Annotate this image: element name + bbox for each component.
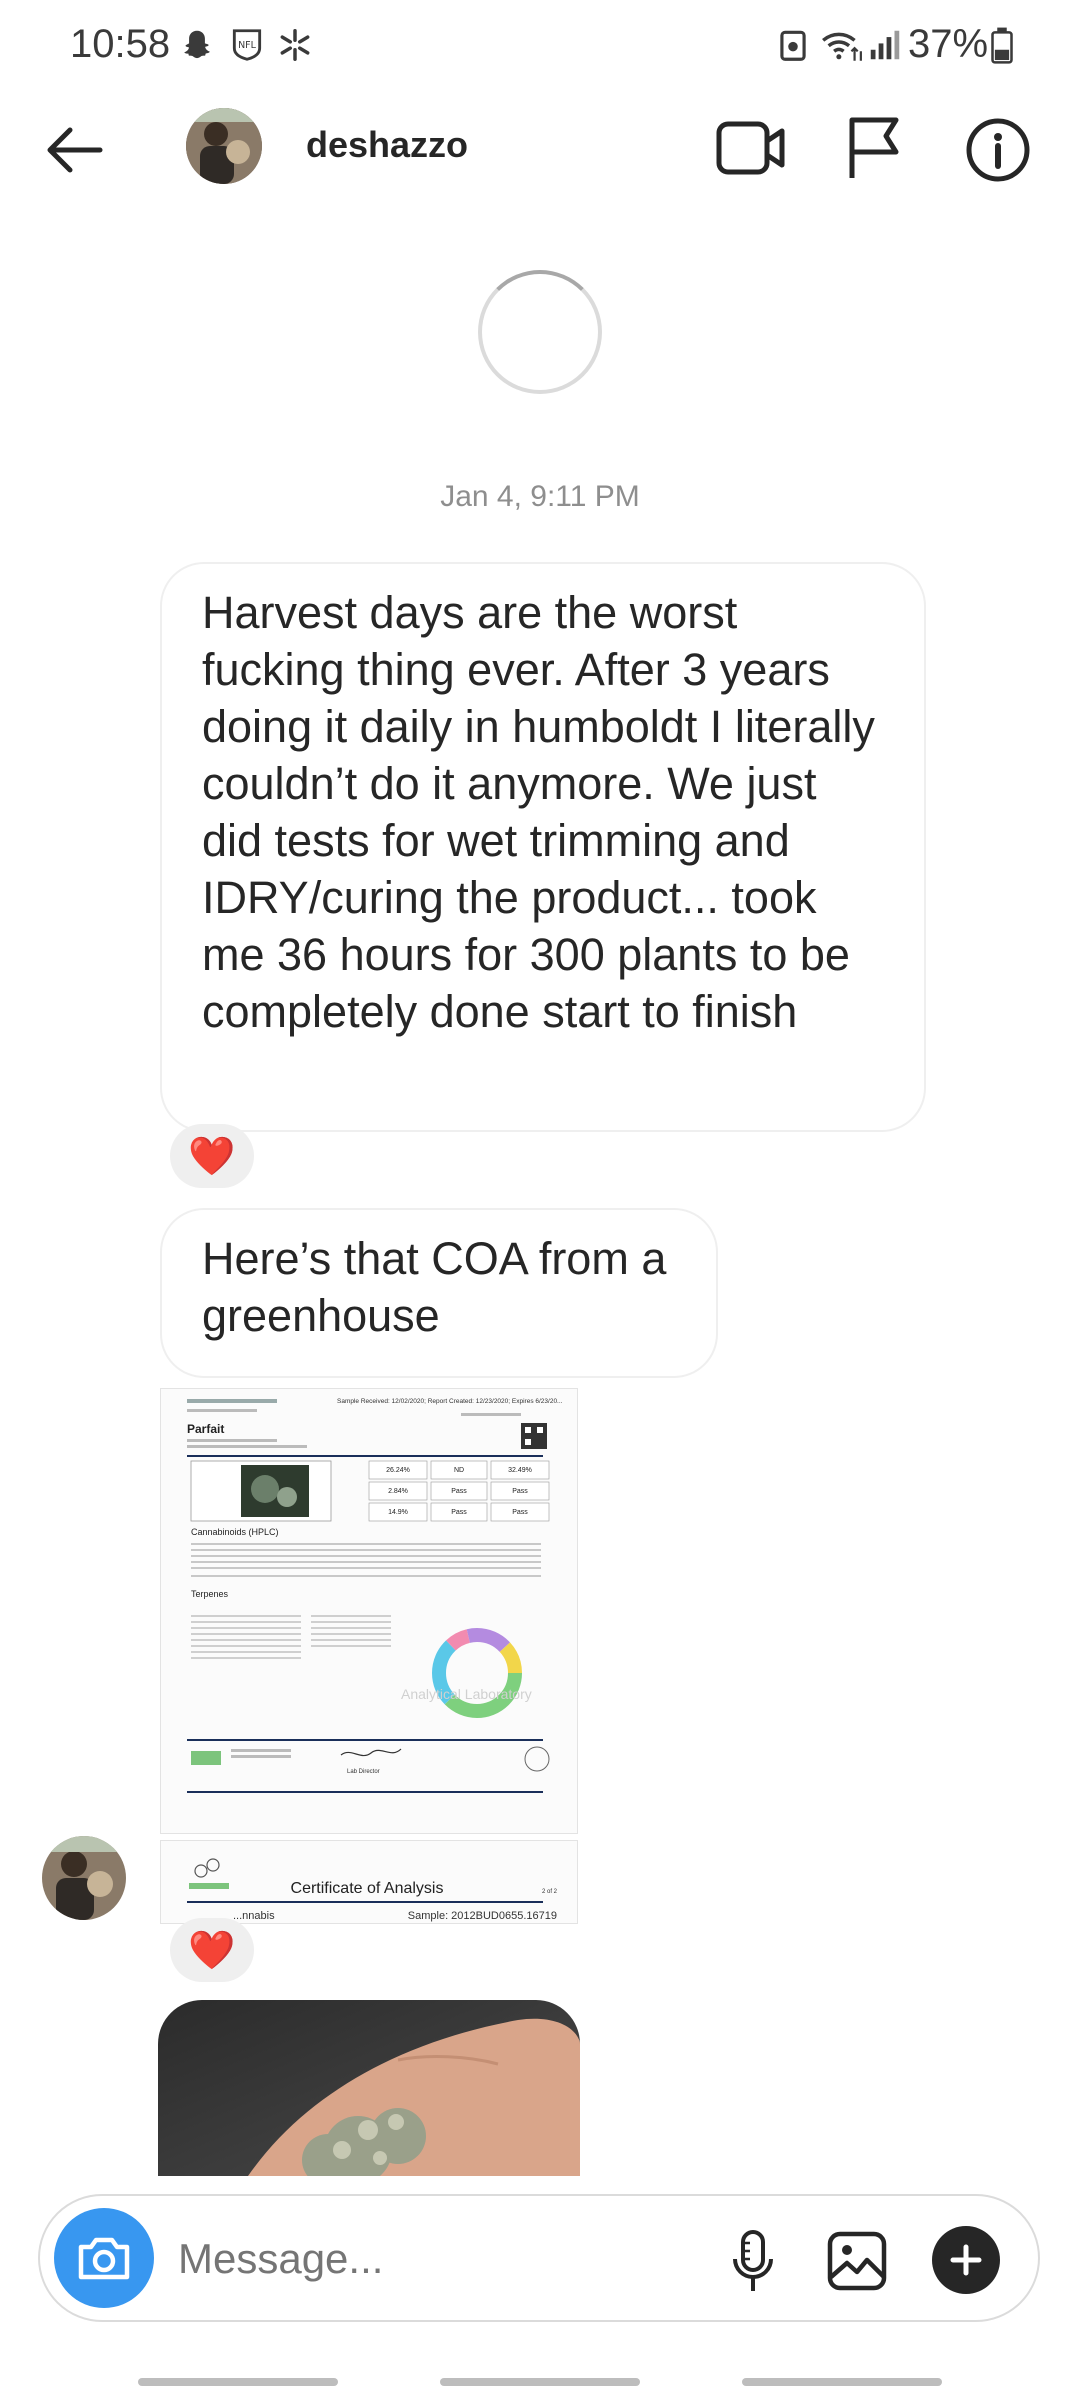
svg-text:NFL: NFL <box>238 40 257 51</box>
svg-text:2.84%: 2.84% <box>388 1488 408 1495</box>
gallery-icon <box>827 2231 887 2291</box>
nfl-icon: NFL <box>232 29 262 61</box>
info-button[interactable] <box>956 108 1040 192</box>
svg-text:ND: ND <box>454 1467 464 1474</box>
battery-icon <box>991 27 1013 64</box>
message-text: Harvest days are the worst fucking thing… <box>202 587 875 1037</box>
reaction-badge[interactable]: ❤️ <box>170 1124 254 1188</box>
message-timestamp: Jan 4, 9:11 PM <box>440 480 640 513</box>
coa-strain: Parfait <box>187 1422 224 1436</box>
back-button[interactable] <box>34 110 114 190</box>
video-call-icon <box>716 121 785 175</box>
message-text: Here’s that COA from a greenhouse <box>202 1233 667 1341</box>
coa-image-page-1[interactable]: Sample Received: 12/02/2020; Report Crea… <box>160 1388 578 1834</box>
star-icon <box>280 29 310 61</box>
reaction-badge[interactable]: ❤️ <box>170 1918 254 1982</box>
camera-button[interactable] <box>54 2208 154 2308</box>
svg-text:Sample: 2012BUD0655.16719: Sample: 2012BUD0655.16719 <box>408 1910 557 1922</box>
photo-message[interactable] <box>158 2000 580 2176</box>
report-button[interactable] <box>836 110 912 186</box>
coa-watermark: Analytical Laboratory <box>401 1686 532 1702</box>
coa-signer: Lab Director <box>347 1769 380 1775</box>
coa-header-right: Sample Received: 12/02/2020; Report Crea… <box>337 1398 563 1405</box>
coa-terpenes: Terpenes <box>191 1589 229 1599</box>
nav-bar-home[interactable] <box>440 2378 640 2386</box>
avatar[interactable] <box>186 108 262 184</box>
camera-icon <box>78 2237 130 2280</box>
svg-text:Pass: Pass <box>451 1509 467 1516</box>
gallery-button[interactable] <box>822 2226 892 2296</box>
coa-cannabinoids: Cannabinoids (HPLC) <box>191 1527 279 1537</box>
more-options-button[interactable] <box>932 2226 1000 2294</box>
snapchat-icon <box>184 30 210 59</box>
heart-icon: ❤️ <box>188 1133 236 1178</box>
message-input[interactable] <box>176 2222 700 2296</box>
heart-icon: ❤️ <box>188 1927 236 1972</box>
message-bubble[interactable]: Harvest days are the worst fucking thing… <box>160 562 926 1132</box>
loading-spinner <box>478 270 602 394</box>
coa-page-indicator: 2 of 2 <box>542 1889 558 1895</box>
svg-text:Pass: Pass <box>512 1509 528 1516</box>
sender-avatar[interactable] <box>42 1836 126 1920</box>
coa-document: Sample Received: 12/02/2020; Report Crea… <box>161 1389 577 1833</box>
svg-text:Pass: Pass <box>451 1488 467 1495</box>
voice-message-button[interactable] <box>718 2224 788 2300</box>
svg-text:Pass: Pass <box>512 1488 528 1495</box>
svg-text:...nnabis: ...nnabis <box>233 1910 275 1922</box>
nav-bar-recents[interactable] <box>138 2378 338 2386</box>
coa-title: Certificate of Analysis <box>291 1880 444 1897</box>
svg-text:32.49%: 32.49% <box>508 1467 532 1474</box>
signal-icon <box>870 30 900 60</box>
nav-bar-back[interactable] <box>742 2378 942 2386</box>
flag-icon <box>849 117 899 178</box>
message-bubble[interactable]: Here’s that COA from a greenhouse <box>160 1208 718 1378</box>
info-icon <box>966 118 1030 182</box>
microphone-icon <box>733 2230 773 2291</box>
svg-text:14.9%: 14.9% <box>388 1509 408 1516</box>
battery-percent: 37% <box>908 22 989 66</box>
coa-image-page-2[interactable]: Certificate of Analysis 2 of 2 ...nnabis… <box>160 1840 578 1924</box>
bud-photo <box>158 2000 580 2176</box>
recycle-icon <box>780 30 806 61</box>
svg-text:26.24%: 26.24% <box>386 1467 410 1474</box>
back-arrow-icon <box>47 127 103 173</box>
status-time: 10:58 <box>70 22 171 66</box>
coa-document: Certificate of Analysis 2 of 2 ...nnabis… <box>161 1841 577 1923</box>
wifi-icon <box>822 32 862 61</box>
username[interactable]: deshazzo <box>306 124 468 166</box>
plus-icon <box>950 2244 982 2276</box>
video-call-button[interactable] <box>708 110 794 186</box>
